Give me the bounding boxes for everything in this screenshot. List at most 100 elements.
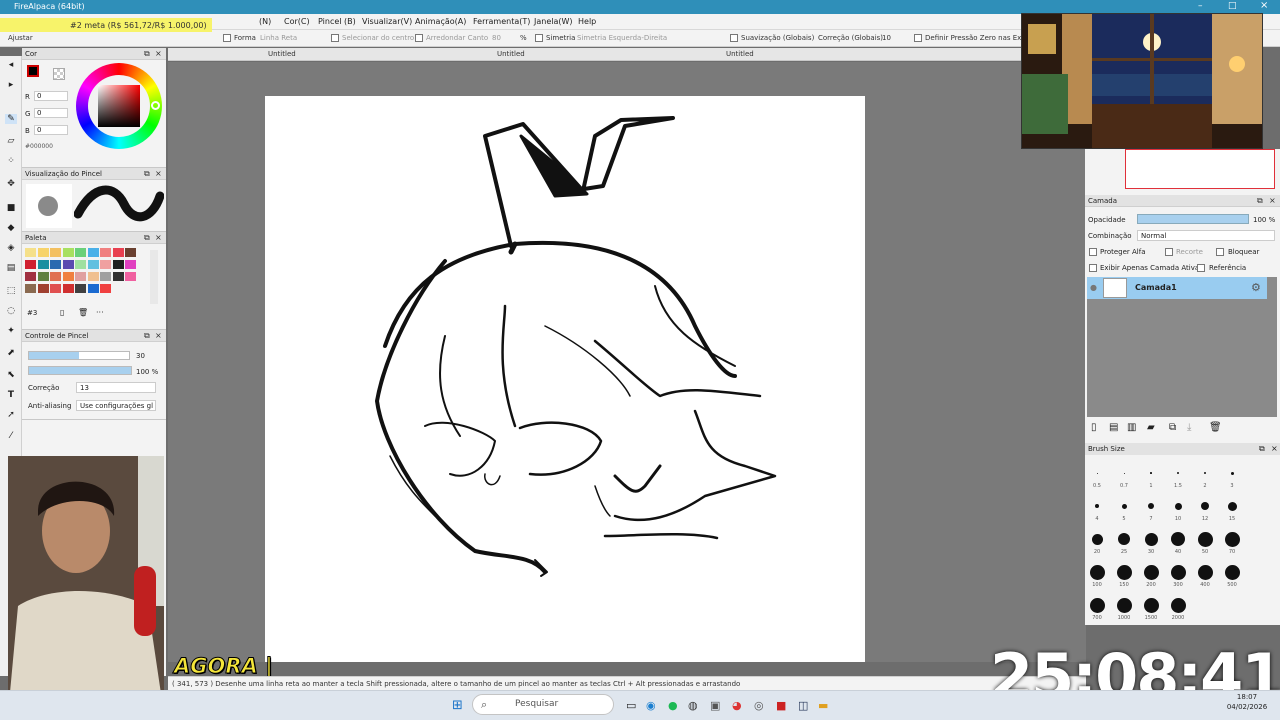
taskbar-search[interactable]: ⌕ Pesquisar	[472, 694, 614, 715]
brush-size-option[interactable]	[1170, 597, 1186, 613]
brush-size-value[interactable]: 30	[136, 352, 145, 360]
menu-item-visualizar[interactable]: Visualizar(V)	[362, 17, 412, 26]
navigator-thumbnail[interactable]	[1125, 149, 1275, 189]
tab-untitled-1[interactable]: Untitled	[268, 50, 296, 58]
layer-row[interactable]: ● Camada1 ⚙	[1087, 277, 1267, 299]
tab-untitled-3[interactable]: Untitled	[726, 50, 754, 58]
round-value[interactable]: 80	[492, 34, 501, 42]
layer-settings-icon[interactable]: ⚙	[1251, 281, 1261, 294]
palette-swatch[interactable]	[37, 284, 49, 293]
brush-size-option[interactable]	[1116, 564, 1132, 580]
firealpaca-taskbar-icon[interactable]: ▣	[710, 699, 720, 712]
brush-size-slider[interactable]	[28, 351, 130, 360]
brush-size-option[interactable]	[1143, 564, 1159, 580]
palette-swatch[interactable]	[25, 284, 36, 293]
palette-swatch[interactable]	[75, 272, 86, 281]
menu-item-help[interactable]: Help	[578, 17, 596, 26]
delete-palette-icon[interactable]: 🗑	[78, 308, 88, 317]
brush-size-option[interactable]	[1171, 532, 1185, 546]
brush-size-option[interactable]	[1096, 472, 1098, 474]
palette-swatch[interactable]	[25, 272, 36, 281]
close-button[interactable]: ×	[1260, 0, 1268, 11]
taskbar-clock[interactable]: 18:07 04/02/2026	[1218, 692, 1276, 712]
brush-opacity-slider[interactable]	[28, 366, 132, 375]
close-icon[interactable]: ×	[1271, 444, 1278, 453]
brush-size-option[interactable]	[1118, 533, 1130, 545]
brush-size-option[interactable]	[1197, 531, 1213, 547]
app-red-icon[interactable]: ■	[776, 699, 786, 712]
select-eraser-icon[interactable]: ⬉	[5, 370, 17, 380]
float-icon[interactable]: ⧉	[144, 233, 150, 243]
eye-icon[interactable]: ●	[1090, 283, 1097, 292]
more-icon[interactable]: ···	[96, 308, 104, 317]
brush-size-option[interactable]	[1143, 597, 1159, 613]
palette-swatch[interactable]	[112, 272, 124, 281]
folder-icon[interactable]: ▰	[1147, 422, 1155, 433]
palette-swatch[interactable]	[37, 248, 49, 257]
close-icon[interactable]: ×	[155, 49, 162, 58]
palette-swatch[interactable]	[62, 272, 74, 281]
palette-swatch[interactable]	[25, 248, 36, 257]
palette-swatch[interactable]	[62, 248, 74, 257]
correction-select[interactable]: 10	[882, 34, 891, 42]
brush-size-option[interactable]	[1150, 472, 1152, 474]
palette-scrollbar[interactable]	[150, 250, 158, 304]
palette-swatch[interactable]	[62, 260, 74, 269]
close-icon[interactable]: ×	[1269, 196, 1276, 205]
palette-swatch[interactable]	[87, 284, 99, 293]
palette-swatch[interactable]	[37, 260, 49, 269]
float-icon[interactable]: ⧉	[144, 331, 150, 341]
brush-tool-icon[interactable]: ✎	[5, 114, 17, 124]
spotify-icon[interactable]: ●	[668, 699, 678, 712]
saturation-square[interactable]	[98, 85, 140, 127]
merge-down-icon[interactable]: ⤓	[1187, 422, 1191, 433]
palette-swatch[interactable]	[100, 284, 111, 293]
r-input[interactable]: 0	[34, 91, 68, 101]
palette-swatch[interactable]	[75, 248, 86, 257]
close-icon[interactable]: ×	[155, 169, 162, 178]
g-input[interactable]: 0	[34, 108, 68, 118]
palette-swatch[interactable]	[25, 260, 36, 269]
menu-item-janela[interactable]: Janela(W)	[534, 17, 573, 26]
expand-right-icon[interactable]: ▸	[5, 80, 17, 90]
edge-icon[interactable]: ◉	[646, 699, 656, 712]
clipping-checkbox[interactable]	[1165, 248, 1173, 256]
brush-size-option[interactable]	[1177, 472, 1179, 474]
b-input[interactable]: 0	[34, 125, 68, 135]
explorer-icon[interactable]: ▬	[818, 699, 828, 712]
palette-swatch[interactable]	[100, 260, 111, 269]
brush-opacity-value[interactable]: 100 %	[136, 368, 158, 376]
pressure-checkbox[interactable]	[914, 34, 922, 42]
palette-swatch[interactable]	[87, 248, 99, 257]
hue-handle[interactable]	[151, 101, 160, 110]
correction-select[interactable]: 13	[76, 382, 156, 393]
palette-page-select[interactable]: #3	[27, 309, 37, 317]
palette-swatch[interactable]	[125, 248, 136, 257]
brush-size-option[interactable]	[1089, 564, 1105, 580]
reference-checkbox[interactable]	[1197, 264, 1205, 272]
show-active-checkbox[interactable]	[1089, 264, 1097, 272]
chrome-icon[interactable]: ◕	[732, 699, 742, 712]
brush-size-option[interactable]	[1201, 502, 1209, 510]
drawing-canvas[interactable]	[265, 96, 865, 662]
palette-swatch[interactable]	[112, 260, 124, 269]
palette-swatch[interactable]	[50, 272, 61, 281]
primary-color-swatch[interactable]	[27, 65, 39, 77]
menu-item-pincel[interactable]: Pincel (B)	[318, 17, 356, 26]
layer-opacity-slider[interactable]	[1137, 214, 1249, 224]
new-palette-icon[interactable]: ▯	[60, 308, 64, 317]
new-8bit-layer-icon[interactable]: ▤	[1109, 422, 1118, 433]
brush-size-option[interactable]	[1174, 502, 1182, 510]
close-icon[interactable]: ×	[155, 331, 162, 340]
gradient-tool-icon[interactable]: ▤	[5, 263, 17, 273]
fill-rect-icon[interactable]: ■	[5, 203, 17, 213]
app-dark-icon[interactable]: ◫	[798, 699, 808, 712]
menu-item-cor[interactable]: Cor(C)	[284, 17, 310, 26]
fill-tool-icon[interactable]: ◈	[5, 243, 17, 253]
maximize-button[interactable]: □	[1228, 1, 1237, 11]
palette-swatch[interactable]	[75, 284, 86, 293]
brush-size-option[interactable]	[1197, 564, 1213, 580]
text-tool-icon[interactable]: T	[5, 390, 17, 400]
brush-size-option[interactable]	[1224, 564, 1240, 580]
dot-tool-icon[interactable]: ⁘	[5, 156, 17, 166]
